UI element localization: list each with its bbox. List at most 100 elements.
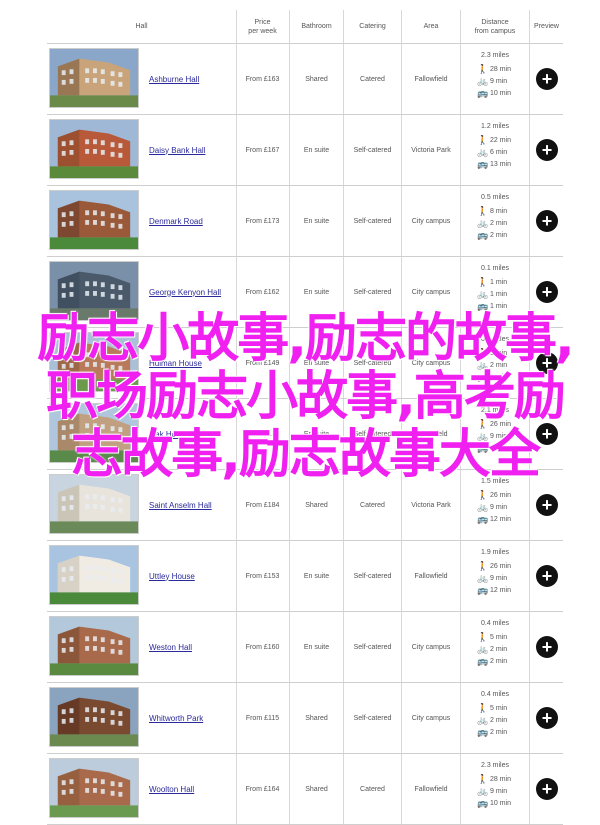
bicycle-icon: 🚲 — [477, 147, 489, 157]
hall-name-link[interactable]: Woolton Hall — [149, 754, 235, 824]
bicycle-icon: 🚲 — [477, 218, 489, 228]
header-area: Area — [423, 23, 439, 30]
header-catering: Catering — [359, 23, 386, 30]
walk-time: 22 min — [490, 136, 512, 144]
header-price: Price per week — [248, 18, 277, 35]
plus-icon: + — [541, 211, 553, 231]
price-cell: From £167 — [245, 146, 280, 154]
add-preview-button[interactable]: + — [536, 636, 558, 658]
header-preview: Preview — [534, 23, 559, 30]
distance-cell: 0.5 miles 🚶 8 min 🚲 2 min 🚌 2 min — [461, 194, 529, 241]
bus-time: 10 min — [490, 799, 512, 807]
header-hall: Hall — [135, 23, 148, 30]
walking-icon: 🚶 — [477, 561, 489, 571]
bus-time: 13 min — [490, 160, 512, 168]
area-cell: Fallowfield — [414, 785, 448, 793]
cycle-time: 1 min — [490, 290, 508, 298]
add-preview-button[interactable]: + — [536, 494, 558, 516]
bus-time: 12 min — [490, 515, 512, 523]
walk-time: 8 min — [490, 207, 508, 215]
plus-icon: + — [541, 708, 553, 728]
area-cell: City campus — [411, 714, 451, 722]
add-preview-button[interactable]: + — [536, 778, 558, 800]
add-preview-button[interactable]: + — [536, 565, 558, 587]
walk-time: 28 min — [490, 65, 512, 73]
distance-miles: 1.2 miles — [480, 123, 509, 130]
walking-icon: 🚶 — [477, 135, 489, 145]
hall-name-link[interactable]: Denmark Road — [149, 186, 235, 256]
plus-icon: + — [541, 495, 553, 515]
hall-photo — [49, 758, 139, 818]
distance-cell: 0.4 miles 🚶 5 min 🚲 2 min 🚌 2 min — [461, 691, 529, 738]
distance-miles: 0.4 miles — [480, 620, 509, 627]
hall-name-link[interactable]: Whitworth Park — [149, 683, 235, 753]
hall-photo — [49, 545, 139, 605]
table-row: Daisy Bank Hall From £167 En suite Self-… — [47, 115, 563, 186]
bicycle-icon: 🚲 — [477, 573, 489, 583]
distance-miles: 0.4 miles — [480, 691, 509, 698]
bathroom-cell: Shared — [305, 785, 328, 793]
bus-time: 10 min — [490, 89, 512, 97]
table-row: Woolton Hall From £164 Shared Catered Fa… — [47, 754, 563, 825]
cycle-time: 2 min — [490, 716, 508, 724]
bus-icon: 🚌 — [477, 585, 489, 595]
area-cell: Victoria Park — [411, 146, 451, 154]
catering-cell: Self-catered — [353, 146, 392, 154]
add-preview-button[interactable]: + — [536, 210, 558, 232]
bicycle-icon: 🚲 — [477, 715, 489, 725]
cycle-time: 2 min — [490, 645, 508, 653]
catering-cell: Catered — [360, 75, 385, 83]
add-preview-button[interactable]: + — [536, 139, 558, 161]
table-row: Ashburne Hall From £163 Shared Catered F… — [47, 44, 563, 115]
distance-miles: 2.3 miles — [480, 52, 509, 59]
hall-name-link[interactable]: Weston Hall — [149, 612, 235, 682]
bus-icon: 🚌 — [477, 230, 489, 240]
hall-name-link[interactable]: Daisy Bank Hall — [149, 115, 235, 185]
bus-icon: 🚌 — [477, 727, 489, 737]
walking-icon: 🚶 — [477, 206, 489, 216]
add-preview-button[interactable]: + — [536, 68, 558, 90]
bathroom-cell: Shared — [305, 75, 328, 83]
distance-miles: 0.1 miles — [480, 265, 509, 272]
cycle-time: 9 min — [490, 77, 508, 85]
bicycle-icon: 🚲 — [477, 786, 489, 796]
walk-time: 26 min — [490, 491, 512, 499]
bus-icon: 🚌 — [477, 159, 489, 169]
hall-name-link[interactable]: Uttley House — [149, 541, 235, 611]
bus-time: 2 min — [490, 657, 508, 665]
walking-icon: 🚶 — [477, 703, 489, 713]
walking-icon: 🚶 — [477, 632, 489, 642]
walking-icon: 🚶 — [477, 774, 489, 784]
price-cell: From £153 — [245, 572, 280, 580]
add-preview-button[interactable]: + — [536, 281, 558, 303]
walk-time: 5 min — [490, 704, 508, 712]
hall-name-link[interactable]: Ashburne Hall — [149, 44, 235, 114]
price-cell: From £164 — [245, 785, 280, 793]
hall-photo — [49, 48, 139, 108]
bicycle-icon: 🚲 — [477, 289, 489, 299]
bicycle-icon: 🚲 — [477, 502, 489, 512]
cycle-time: 9 min — [490, 787, 508, 795]
catering-cell: Self-catered — [353, 572, 392, 580]
hall-photo — [49, 687, 139, 747]
hall-photo — [49, 119, 139, 179]
price-cell: From £163 — [245, 75, 280, 83]
bus-icon: 🚌 — [477, 798, 489, 808]
add-preview-button[interactable]: + — [536, 707, 558, 729]
distance-cell: 0.4 miles 🚶 5 min 🚲 2 min 🚌 2 min — [461, 620, 529, 667]
catering-cell: Self-catered — [353, 643, 392, 651]
bathroom-cell: En suite — [303, 146, 330, 154]
plus-icon: + — [541, 566, 553, 586]
hall-photo — [49, 190, 139, 250]
distance-miles: 2.3 miles — [480, 762, 509, 769]
plus-icon: + — [541, 69, 553, 89]
walking-icon: 🚶 — [477, 490, 489, 500]
distance-miles: 0.5 miles — [480, 194, 509, 201]
bus-time: 2 min — [490, 728, 508, 736]
bathroom-cell: Shared — [305, 714, 328, 722]
bus-icon: 🚌 — [477, 88, 489, 98]
area-cell: City campus — [411, 217, 451, 225]
distance-cell: 1.2 miles 🚶 22 min 🚲 6 min 🚌 13 min — [461, 123, 529, 170]
table-row: Whitworth Park From £115 Shared Self-cat… — [47, 683, 563, 754]
area-cell: Fallowfield — [414, 75, 448, 83]
